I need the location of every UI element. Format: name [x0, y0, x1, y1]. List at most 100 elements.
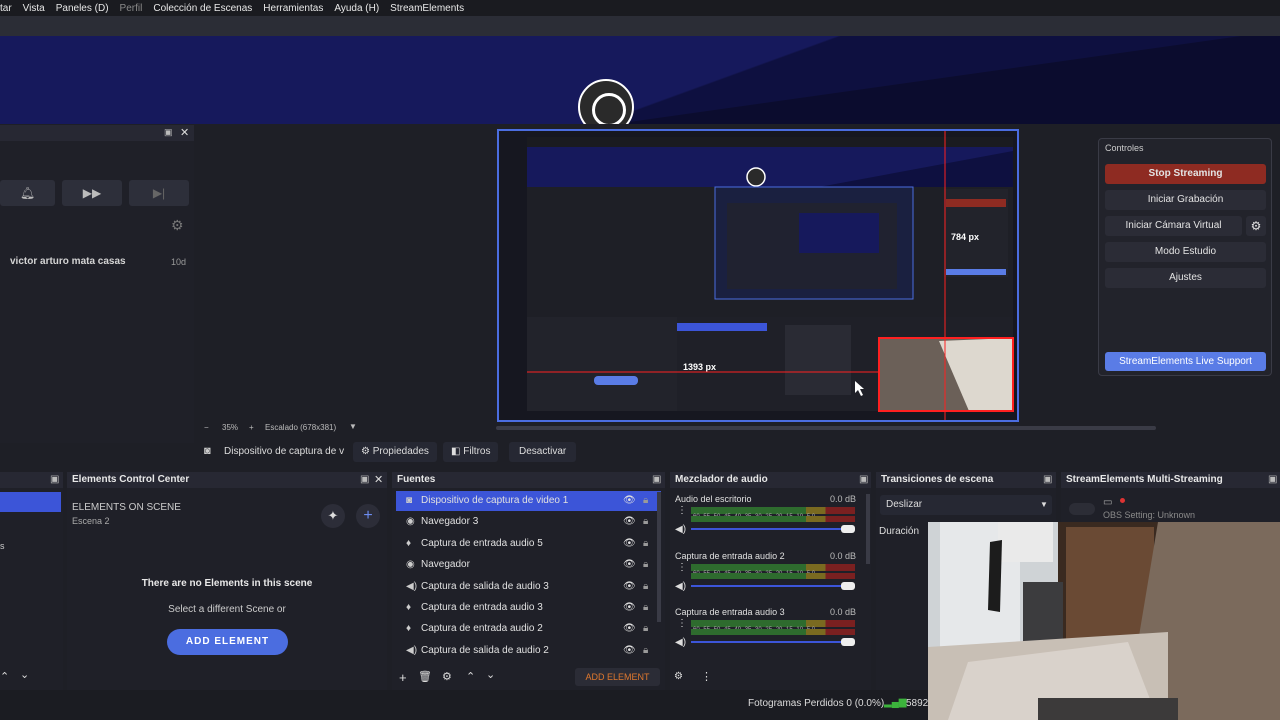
start-recording-button[interactable]: Iniciar Grabación [1105, 190, 1266, 210]
close-icon[interactable]: ✕ [180, 126, 189, 139]
eye-icon[interactable]: 👁︎ [623, 555, 636, 575]
lock-icon[interactable]: 🔒︎ [643, 598, 648, 618]
more-icon[interactable]: ⋮ [701, 670, 712, 683]
live-support-button[interactable]: StreamElements Live Support [1105, 352, 1266, 371]
add-element-source-button[interactable]: ADD ELEMENT [575, 668, 660, 686]
chat-dock-header: ▣ ✕ [0, 125, 194, 141]
audio-mixer-dock: Mezclador de audio ▣ Audio del escritori… [670, 472, 871, 690]
menu-profile[interactable]: Perfil [120, 3, 143, 14]
close-icon[interactable]: ✕ [374, 472, 383, 488]
lock-icon[interactable]: 🔒︎ [643, 491, 648, 511]
lock-icon[interactable]: 🔒︎ [643, 641, 648, 661]
float-icon[interactable]: ▣ [859, 472, 868, 488]
scene-item-partial[interactable]: s [0, 541, 5, 551]
menu-streamelements[interactable]: StreamElements [390, 3, 464, 14]
virtual-camera-button[interactable]: Iniciar Cámara Virtual [1105, 216, 1242, 236]
properties-button[interactable]: ⚙ Propiedades [353, 442, 437, 462]
eye-icon[interactable]: 👁︎ [623, 491, 636, 511]
stop-streaming-button[interactable]: Stop Streaming [1105, 164, 1266, 184]
menu-help[interactable]: Ayuda (H) [334, 3, 379, 14]
source-item[interactable]: ◀) Captura de salida de audio 2 👁︎ 🔒︎ [396, 641, 661, 661]
scrollbar[interactable] [866, 494, 870, 564]
source-item[interactable]: ♦ Captura de entrada audio 2 👁︎ 🔒︎ [396, 619, 661, 639]
volume-slider[interactable] [691, 528, 855, 530]
float-icon[interactable]: ▣ [1268, 472, 1277, 488]
volume-slider[interactable] [691, 641, 855, 643]
float-icon[interactable]: ▣ [360, 472, 369, 488]
more-icon[interactable]: ⋮ [677, 562, 687, 573]
fast-forward-icon[interactable]: ▶▶ [62, 180, 122, 206]
chevron-up-icon[interactable]: ⌃ [466, 670, 475, 683]
eye-icon[interactable]: 👁︎ [623, 512, 636, 532]
menu-view[interactable]: Vista [23, 3, 45, 14]
eye-icon[interactable]: 👁︎ [623, 598, 636, 618]
eye-icon[interactable]: 👁︎ [623, 641, 636, 661]
zoom-in-icon[interactable]: + [249, 423, 254, 432]
volume-icon[interactable]: ◀) [675, 524, 686, 535]
source-item[interactable]: ◉ Navegador 3 👁︎ 🔒︎ [396, 512, 661, 532]
add-element-button[interactable]: ADD ELEMENT [167, 629, 288, 655]
chevron-down-icon: ▼ [1040, 500, 1048, 509]
gear-icon[interactable]: ⚙ [171, 217, 184, 234]
float-icon[interactable]: ▣ [50, 472, 59, 488]
add-icon[interactable]: + [399, 670, 407, 685]
transition-select[interactable]: Deslizar ▼ [880, 495, 1052, 515]
magic-icon[interactable]: ✦ [321, 504, 345, 528]
source-item[interactable]: ♦ Captura de entrada audio 3 👁︎ 🔒︎ [396, 598, 661, 618]
studio-mode-button[interactable]: Modo Estudio [1105, 242, 1266, 262]
volume-slider-handle[interactable] [841, 581, 855, 590]
lock-icon[interactable]: 🔒︎ [643, 577, 648, 597]
monitor-icon: ▭ [1103, 497, 1113, 508]
add-icon[interactable]: + [356, 504, 380, 528]
chevron-down-icon[interactable]: ⌄ [20, 668, 29, 681]
source-item[interactable]: ♦ Captura de entrada audio 5 👁︎ 🔒︎ [396, 534, 661, 554]
gear-icon[interactable]: ⚙ [1246, 216, 1266, 236]
float-icon[interactable]: ▣ [164, 127, 173, 138]
menu-tools-partial[interactable]: tar [0, 3, 12, 14]
gear-icon[interactable]: ⚙ [442, 670, 452, 683]
bell-icon[interactable]: 🔔︎ [0, 180, 55, 206]
volume-slider-handle[interactable] [841, 638, 855, 646]
chat-username: victor arturo mata casas [10, 256, 126, 267]
filters-button[interactable]: ◧ Filtros [443, 442, 499, 462]
lock-icon[interactable]: 🔒︎ [643, 619, 648, 639]
settings-button[interactable]: Ajustes [1105, 268, 1266, 288]
camera-icon: ◙ [204, 445, 211, 457]
chevron-up-icon[interactable]: ⌃ [0, 670, 9, 683]
more-icon[interactable]: ⋮ [677, 618, 687, 629]
source-item[interactable]: ◙ Dispositivo de captura de video 1 👁︎ 🔒︎ [396, 491, 661, 511]
eye-icon[interactable]: 👁︎ [623, 619, 636, 639]
lock-icon[interactable]: 🔒︎ [643, 512, 648, 532]
menu-scene-collection[interactable]: Colección de Escenas [153, 3, 252, 14]
source-item[interactable]: ◀) Captura de salida de audio 3 👁︎ 🔒︎ [396, 577, 661, 597]
menu-tools[interactable]: Herramientas [263, 3, 323, 14]
source-item-label: Captura de salida de audio 2 [421, 644, 549, 656]
more-icon[interactable]: ⋮ [677, 505, 687, 516]
volume-slider-handle[interactable] [841, 525, 855, 533]
gear-icon[interactable]: ⚙ [674, 671, 683, 682]
scene-item-selected[interactable] [0, 492, 61, 512]
microphone-icon: ♦ [406, 602, 412, 613]
menu-docks[interactable]: Paneles (D) [56, 3, 109, 14]
skip-icon[interactable]: ▶| [129, 180, 189, 206]
eye-icon[interactable]: 👁︎ [623, 577, 636, 597]
float-icon[interactable]: ▣ [652, 472, 661, 488]
volume-icon[interactable]: ◀) [675, 637, 686, 648]
zoom-out-icon[interactable]: − [204, 423, 209, 432]
volume-slider[interactable] [691, 584, 855, 587]
toggle-switch[interactable] [1069, 503, 1095, 515]
scrollbar[interactable] [657, 492, 661, 622]
horizontal-scrollbar[interactable] [496, 426, 1156, 430]
trash-icon[interactable]: 🗑︎ [418, 670, 432, 683]
source-item-label: Captura de entrada audio 5 [421, 537, 543, 549]
lock-icon[interactable]: 🔒︎ [643, 555, 648, 575]
volume-icon[interactable]: ◀) [675, 581, 686, 592]
chevron-down-icon[interactable]: ▼ [349, 422, 357, 431]
lock-icon[interactable]: 🔒︎ [643, 534, 648, 554]
source-item[interactable]: ◉ Navegador 👁︎ 🔒︎ [396, 555, 661, 575]
float-icon[interactable]: ▣ [1043, 472, 1052, 488]
chevron-down-icon[interactable]: ⌄ [486, 668, 495, 681]
deactivate-button[interactable]: Desactivar [509, 442, 577, 462]
eye-icon[interactable]: 👁︎ [623, 534, 636, 554]
preview-canvas[interactable]: 784 px 1393 px [497, 129, 1019, 422]
